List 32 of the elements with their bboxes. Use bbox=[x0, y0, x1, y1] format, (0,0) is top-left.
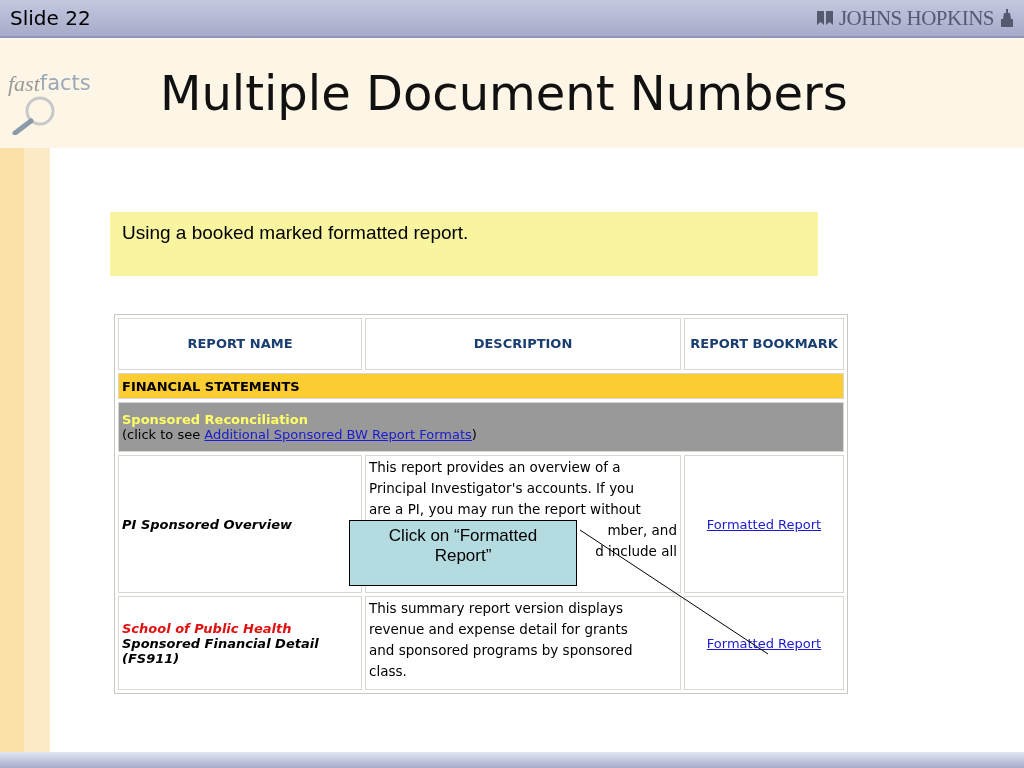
report-name: PI Sponsored Overview bbox=[122, 516, 293, 532]
description-line: mber, and bbox=[607, 521, 677, 540]
column-header: REPORT NAME bbox=[118, 318, 362, 370]
logo-word: fast bbox=[8, 71, 40, 97]
report-formats-link[interactable]: Additional Sponsored BW Report Formats bbox=[204, 427, 472, 442]
description-line: are a PI, you may run the report without bbox=[369, 500, 642, 519]
slide-title: Multiple Document Numbers bbox=[160, 65, 848, 121]
report-name: (FS911) bbox=[122, 650, 180, 666]
formatted-report-link[interactable]: Formatted Report bbox=[706, 516, 822, 532]
logo-word: facts bbox=[39, 71, 91, 95]
section-text: ) bbox=[471, 427, 477, 442]
statue-icon bbox=[1000, 9, 1014, 27]
description-line: and sponsored programs by sponsored bbox=[369, 641, 634, 660]
logo-text: JOHNS HOPKINS bbox=[838, 5, 994, 31]
report-name: School of Public Health bbox=[122, 620, 293, 636]
description-line: This report provides an overview of a bbox=[369, 458, 622, 477]
callout-box: Click on “Formatted Report” bbox=[349, 520, 577, 586]
description-line: d include all bbox=[595, 542, 677, 561]
description-line: Principal Investigator's accounts. If you bbox=[369, 479, 635, 498]
report-name: Sponsored Financial Detail bbox=[122, 635, 320, 651]
description-line: revenue and expense detail for grants bbox=[369, 620, 629, 639]
section-text: (click to see bbox=[122, 427, 202, 442]
magnifier-icon bbox=[12, 95, 56, 135]
description-line: This summary report version displays bbox=[369, 599, 625, 618]
slide-number: Slide 22 bbox=[10, 6, 91, 30]
column-header: DESCRIPTION bbox=[365, 318, 681, 370]
column-header: REPORT BOOKMARK bbox=[684, 318, 844, 370]
note-box: Using a booked marked formatted report. bbox=[110, 212, 818, 276]
shield-icon bbox=[816, 11, 833, 25]
section-title: Sponsored Reconciliation bbox=[122, 412, 309, 427]
description-line: class. bbox=[369, 662, 408, 681]
category-row: FINANCIAL STATEMENTS bbox=[118, 373, 844, 399]
